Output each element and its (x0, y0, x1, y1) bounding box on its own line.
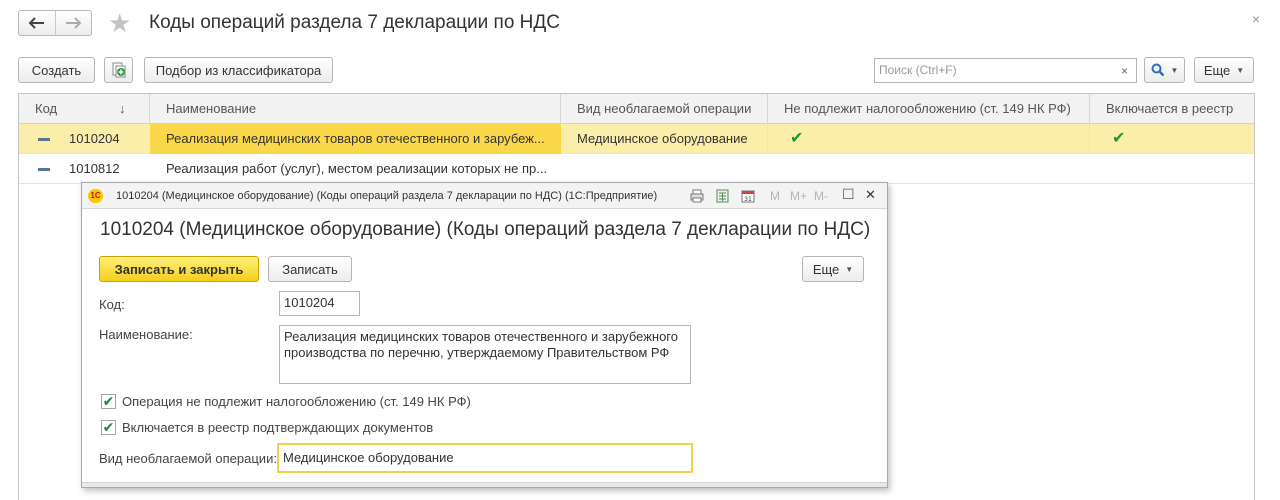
record-heading: 1010204 (Медицинское оборудование) (Коды… (100, 219, 871, 240)
1c-logo-icon: 1С (88, 189, 103, 203)
code-label: Код: (99, 297, 125, 312)
cell-code: 1010812 (69, 161, 120, 176)
name-label: Наименование: (99, 327, 193, 342)
close-icon[interactable]: × (1252, 11, 1260, 27)
name-field[interactable]: Реализация медицинских товаров отечестве… (279, 325, 691, 384)
cell-kind (561, 154, 768, 184)
column-header-kind[interactable]: Вид необлагаемой операции (561, 94, 768, 124)
row-marker-icon (38, 138, 50, 141)
chevron-down-icon: ▼ (845, 264, 854, 274)
column-header-label: Код (35, 101, 58, 116)
checkmark-icon: ✔ (1112, 130, 1126, 147)
copy-add-icon (112, 62, 125, 78)
print-icon[interactable] (690, 189, 704, 203)
record-window: 1С 1010204 (Медицинское оборудование) (К… (81, 182, 888, 488)
arrow-left-icon[interactable] (19, 11, 55, 35)
operation-kind-field[interactable]: Медицинское оборудование (277, 443, 693, 473)
save-and-close-button[interactable]: Записать и закрыть (99, 256, 259, 282)
save-button[interactable]: Записать (268, 256, 352, 282)
window-caption: 1010204 (Медицинское оборудование) (Коды… (116, 190, 658, 202)
cell-code: 1010204 (69, 131, 120, 146)
column-header-name[interactable]: Наименование (150, 94, 561, 124)
search-input[interactable]: Поиск (Ctrl+F) (874, 58, 1114, 83)
operation-kind-label: Вид необлагаемой операции: (99, 451, 277, 466)
sort-arrow-icon: ↓ (119, 101, 126, 116)
pick-from-classifier-button[interactable]: Подбор из классификатора (144, 57, 333, 83)
not-taxable-label: Операция не подлежит налогообложению (ст… (122, 394, 471, 409)
cell-name: Реализация работ (услуг), местом реализа… (166, 161, 548, 176)
page-title: Коды операций раздела 7 декларации по НД… (149, 12, 560, 33)
copy-add-button[interactable] (104, 57, 133, 83)
chevron-down-icon: ▼ (1236, 65, 1245, 75)
window-titlebar: 1С 1010204 (Медицинское оборудование) (К… (82, 183, 887, 209)
navigation-buttons (18, 10, 92, 36)
code-field[interactable]: 1010204 (279, 291, 360, 316)
calculator-icon[interactable] (716, 189, 729, 203)
registry-label: Включается в реестр подтверждающих докум… (122, 420, 434, 435)
column-header-registry[interactable]: Включается в реестр (1090, 94, 1255, 124)
search-icon (1151, 63, 1164, 77)
cell-name[interactable]: Реализация медицинских товаров отечестве… (150, 124, 561, 154)
search-button[interactable]: ▼ (1144, 57, 1185, 83)
column-header-not-taxable[interactable]: Не подлежит налогообложению (ст. 149 НК … (768, 94, 1090, 124)
star-icon[interactable]: ★ (108, 9, 131, 37)
create-button[interactable]: Создать (18, 57, 95, 83)
table-row[interactable]: 1010812 Реализация работ (услуг), местом… (19, 154, 1254, 184)
registry-checkbox[interactable]: ✔ (101, 420, 116, 435)
chevron-down-icon: ▼ (1170, 65, 1179, 75)
more-button[interactable]: Еще ▼ (1194, 57, 1254, 83)
bookmark-m-plus-icon[interactable]: M+ (790, 189, 807, 203)
window-bottom-bar (82, 482, 887, 487)
column-header-code[interactable]: Код ↓ (19, 94, 150, 124)
calendar-icon[interactable]: 31 (741, 189, 755, 203)
table-row[interactable]: 1010204 Реализация медицинских товаров о… (19, 124, 1254, 154)
more-label: Еще (1203, 62, 1231, 78)
restore-window-icon[interactable]: ☐ (842, 187, 855, 201)
checkmark-icon: ✔ (768, 124, 1090, 154)
bookmark-m-icon[interactable]: M (770, 189, 780, 203)
close-window-icon[interactable]: ✕ (865, 188, 876, 202)
cell-kind: Медицинское оборудование (561, 124, 768, 154)
arrow-right-icon[interactable] (54, 11, 92, 35)
more-button[interactable]: Еще ▼ (802, 256, 864, 282)
bookmark-m-minus-icon[interactable]: M- (814, 189, 828, 203)
svg-text:31: 31 (744, 196, 752, 203)
table-header: Код ↓ Наименование Вид необлагаемой опер… (19, 94, 1254, 124)
clear-search-icon[interactable]: × (1113, 58, 1137, 83)
more-label: Еще (812, 261, 840, 277)
not-taxable-checkbox[interactable]: ✔ (101, 394, 116, 409)
row-marker-icon (38, 168, 50, 171)
